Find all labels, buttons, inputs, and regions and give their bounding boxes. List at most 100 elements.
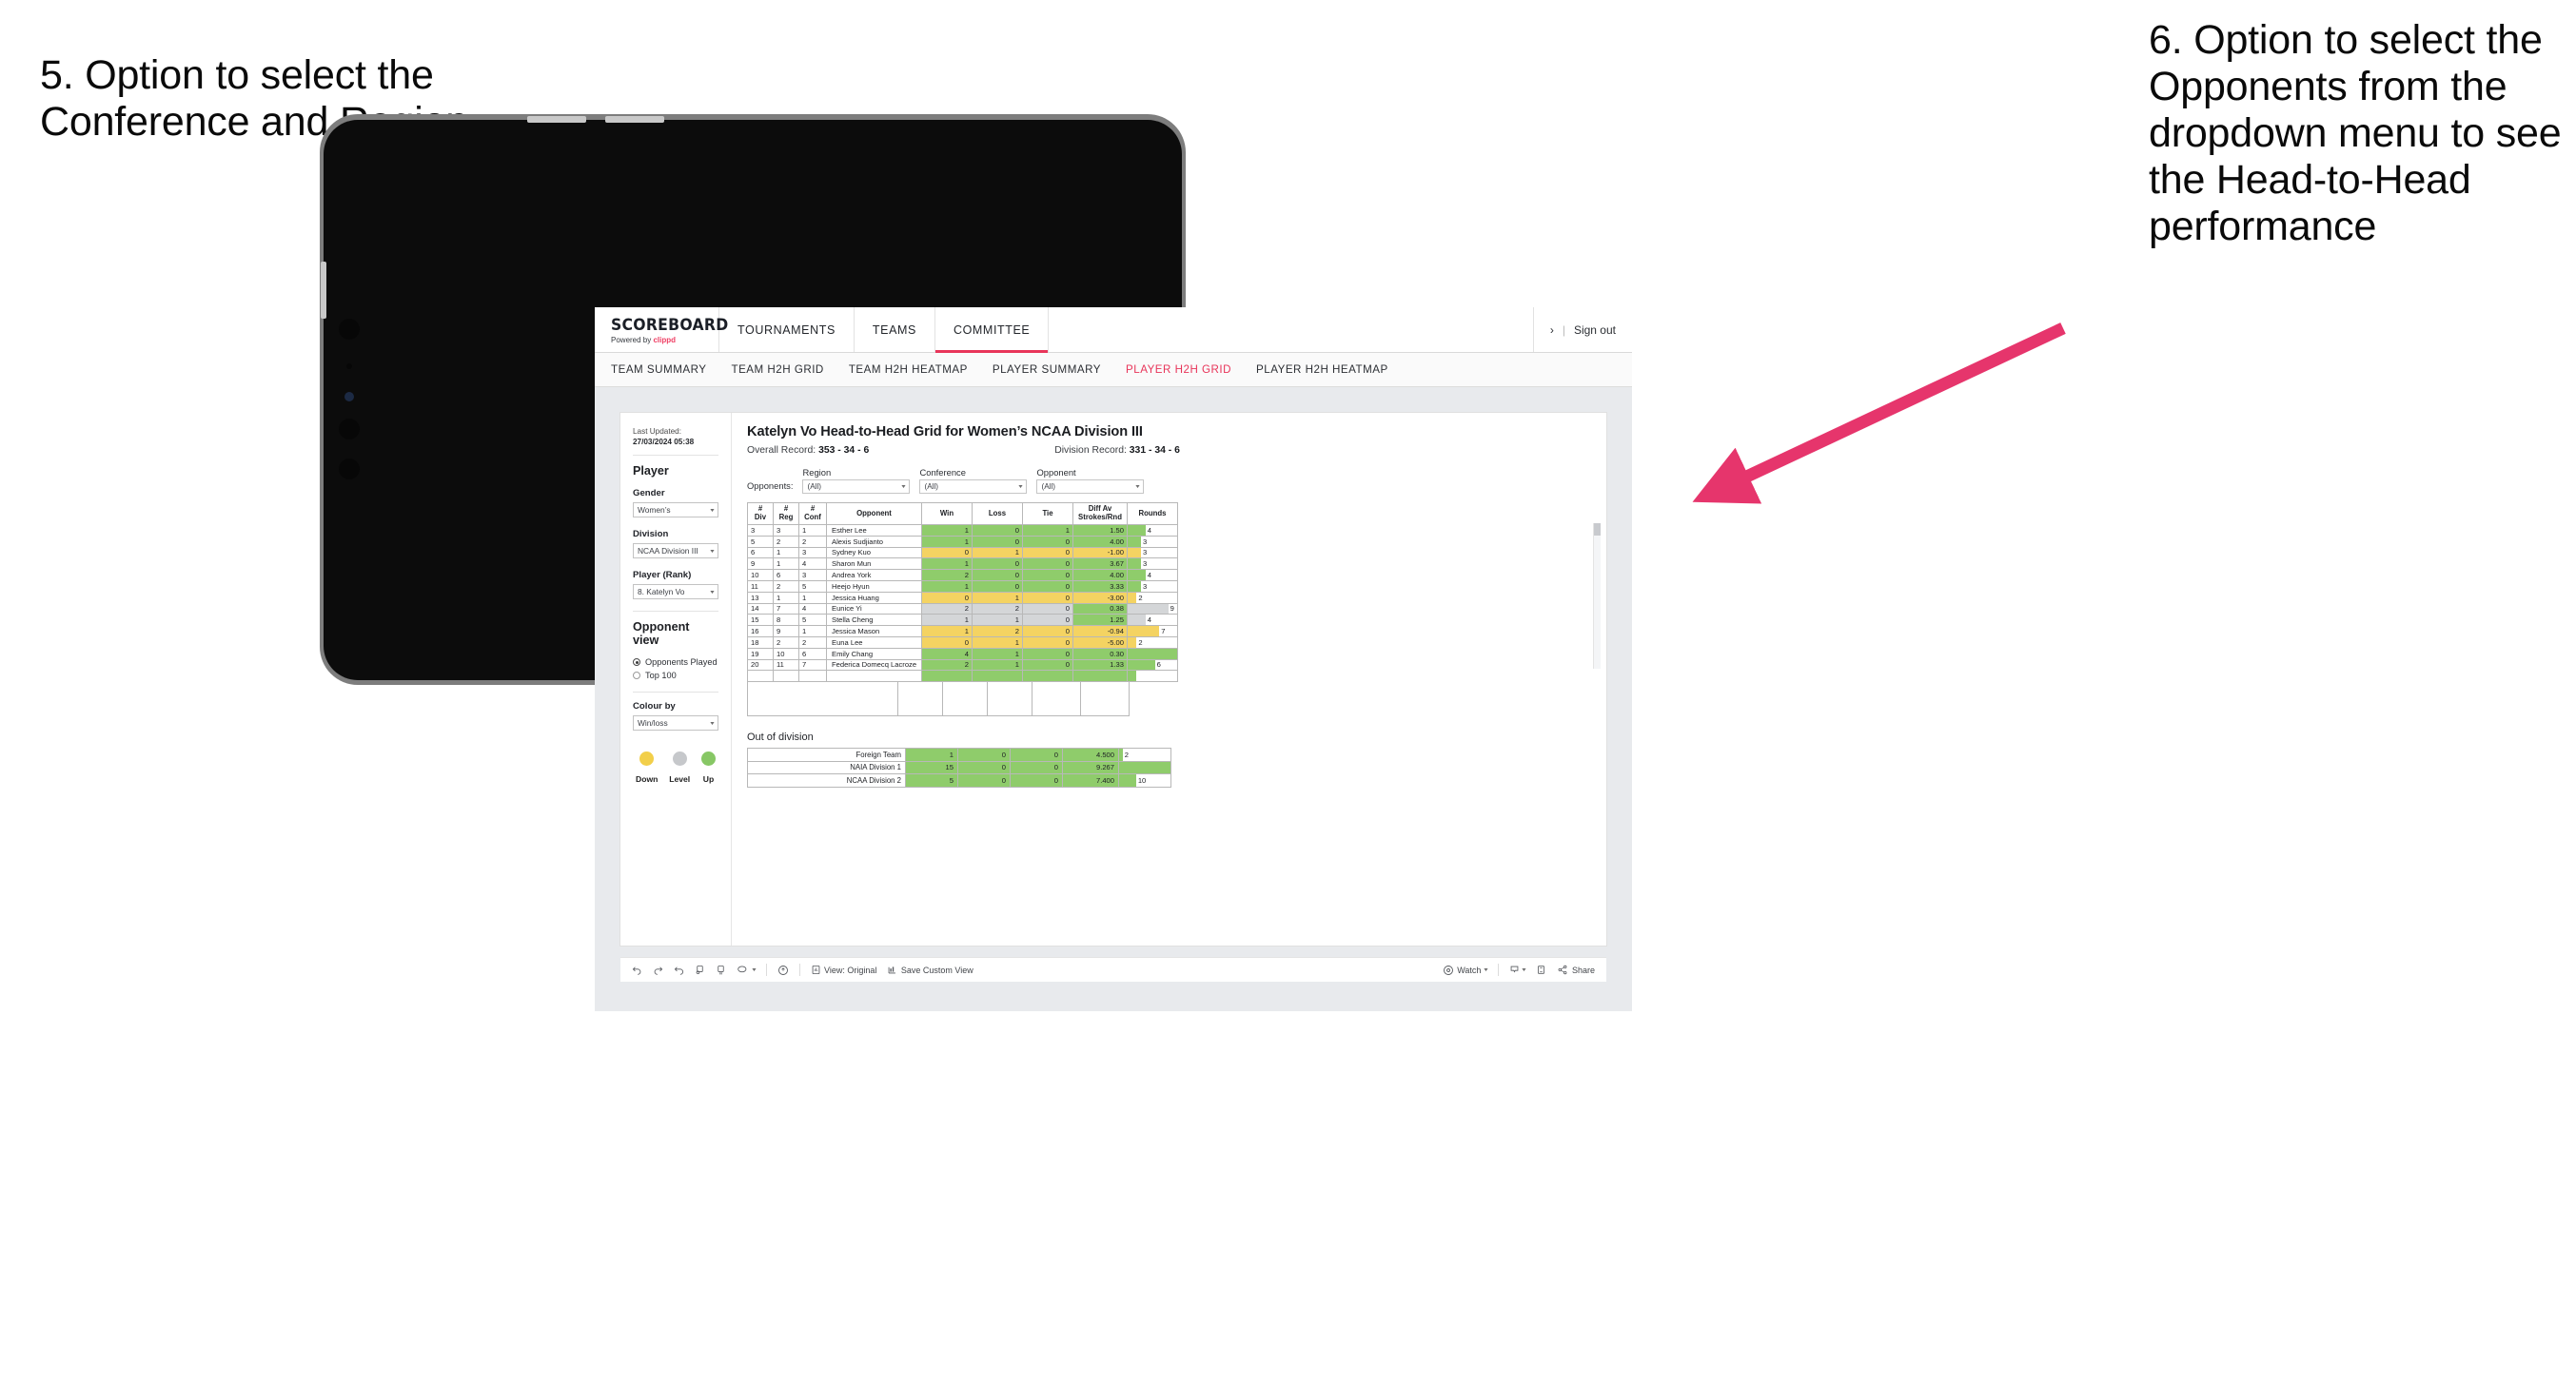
cell-rounds: 4 [1127, 524, 1178, 537]
col-tie: Tie [1022, 502, 1073, 525]
fullscreen-button[interactable] [1536, 965, 1546, 975]
cell-win: 1 [921, 579, 973, 593]
cell-reg: 2 [773, 579, 799, 593]
redo-icon[interactable] [653, 965, 663, 975]
table-row[interactable]: 18 2 2 Euna Lee 0 1 0 -5.00 2 [747, 635, 1178, 649]
opponents-filter-label: Opponents: [747, 480, 794, 491]
download-button[interactable]: ▾ [1509, 965, 1526, 975]
out-of-division-row[interactable]: NCAA Division 2 5 0 0 7.400 10 [747, 773, 1171, 788]
conference-filter-select[interactable]: (All) ▾ [919, 479, 1028, 494]
table-row[interactable]: 3 3 1 Esther Lee 1 0 1 1.50 4 [747, 524, 1178, 537]
ood-win: 15 [905, 760, 958, 775]
nav-item-committee[interactable]: COMMITTEE [934, 307, 1050, 353]
chevron-down-icon: ▾ [710, 720, 715, 727]
subnav-player-h2h-grid[interactable]: PLAYER H2H GRID [1126, 363, 1231, 376]
power-button[interactable] [321, 262, 326, 319]
revert-icon[interactable] [674, 965, 684, 975]
colour-by-select[interactable]: Win/loss ▾ [633, 715, 718, 732]
out-of-division-row[interactable]: NAIA Division 115009.26730 [747, 760, 1171, 775]
save-custom-view-button[interactable]: Save Custom View [887, 965, 973, 975]
subnav-team-summary[interactable]: TEAM SUMMARY [611, 363, 706, 376]
volume-down-button[interactable] [605, 116, 664, 123]
rounds-bar [1128, 537, 1142, 547]
cell-conf: 2 [798, 635, 827, 649]
brand-name: SCOREBOARD [611, 315, 729, 335]
volume-up-button[interactable] [527, 116, 586, 123]
nav-item-tournaments[interactable]: TOURNAMENTS [719, 307, 855, 352]
cell-win: 4 [921, 647, 973, 660]
powered-by-text: Powered by [611, 335, 654, 344]
gender-select[interactable]: Women’s ▾ [633, 502, 718, 518]
overall-record: Overall Record: 353 - 34 - 6 [747, 445, 869, 456]
cell-reg: 10 [773, 647, 799, 660]
ood-diff: 7.400 [1062, 773, 1119, 788]
chevron-right-icon[interactable]: › [1550, 323, 1554, 337]
help-icon[interactable] [777, 965, 789, 976]
scrollbar-thumb[interactable] [1594, 523, 1601, 536]
sign-out-link[interactable]: Sign out [1574, 323, 1616, 337]
legend-level: Level [669, 752, 690, 784]
table-row[interactable]: 13 1 1 Jessica Huang 0 1 0 -3.00 2 [747, 591, 1178, 604]
opponent-filter-select[interactable]: (All) ▾ [1036, 479, 1145, 494]
table-row[interactable]: 11 2 5 Heejo Hyun 1 0 0 3.33 3 [747, 579, 1178, 593]
cell-reg: 2 [773, 535, 799, 548]
pause-updates-icon[interactable] [716, 965, 726, 975]
table-row[interactable]: 20 11 7 Federica Domecq Lacroze 2 1 0 1.33 6 [747, 658, 1178, 672]
legend-dot-level [672, 752, 687, 767]
radio-opponents-played[interactable]: Opponents Played [633, 657, 718, 667]
col-reg: # Reg [773, 502, 799, 525]
cell-reg: 7 [773, 602, 799, 615]
table-row[interactable]: 6 1 3 Sydney Kuo 0 1 0 -1.00 3 [747, 546, 1178, 559]
cell-div: 15 [747, 614, 774, 627]
share-button[interactable]: Share [1557, 965, 1595, 975]
cell-reg: 1 [773, 546, 799, 559]
cell-div: 3 [747, 524, 774, 537]
table-row[interactable]: 9 1 4 Sharon Mun 1 0 0 3.67 3 [747, 557, 1178, 571]
col-div: # Div [747, 502, 774, 525]
division-select[interactable]: NCAA Division III ▾ [633, 543, 718, 559]
table-row[interactable]: 14 7 4 Eunice Yi 2 2 0 0.38 9 [747, 602, 1178, 615]
rounds-value: 2 [1138, 593, 1143, 602]
subnav-player-h2h-heatmap[interactable]: PLAYER H2H HEATMAP [1256, 363, 1388, 376]
radio-top-100-label: Top 100 [645, 671, 677, 681]
highlight-icon[interactable]: ▾ [737, 965, 756, 975]
radio-opponents-played-label: Opponents Played [645, 657, 718, 668]
cell-loss: 0 [972, 569, 1023, 581]
table-row[interactable]: 16 9 1 Jessica Mason 1 2 0 -0.94 7 [747, 625, 1178, 637]
table-row[interactable]: 19106Emily Chang4100.3011 [747, 647, 1178, 660]
table-row[interactable]: 15 8 5 Stella Cheng 1 1 0 1.25 4 [747, 614, 1178, 627]
out-of-division-title: Out of division [747, 732, 814, 744]
out-of-division-row[interactable]: Foreign Team 1 0 0 4.500 2 [747, 748, 1171, 762]
cell-diff: -5.00 [1072, 635, 1128, 649]
nav-item-teams[interactable]: TEAMS [855, 307, 935, 352]
view-original-button[interactable]: View: Original [811, 965, 876, 975]
page-title: Katelyn Vo Head-to-Head Grid for Women’s… [747, 424, 1143, 439]
rounds-value: 4 [1147, 571, 1151, 580]
cell-rounds: 6 [1127, 658, 1178, 672]
refresh-data-icon[interactable] [695, 965, 705, 975]
subnav-player-summary[interactable]: PLAYER SUMMARY [993, 363, 1101, 376]
cell-loss: 0 [972, 557, 1023, 571]
workspace: Last Updated: 27/03/2024 05:38 Player Ge… [595, 387, 1632, 1011]
table-row[interactable]: 5 2 2 Alexis Sudjianto 1 0 0 4.00 3 [747, 535, 1178, 548]
cell-conf: 1 [798, 625, 827, 637]
radio-top-100[interactable]: Top 100 [633, 671, 718, 680]
legend-down: Down [636, 752, 658, 784]
cell-opponent: Esther Lee [826, 524, 922, 537]
undo-icon[interactable] [632, 965, 642, 975]
subnav-team-h2h-grid[interactable]: TEAM H2H GRID [731, 363, 823, 376]
chevron-down-icon: ▾ [1018, 484, 1024, 490]
cell-conf: 1 [798, 524, 827, 537]
table-scrollbar[interactable] [1593, 523, 1601, 669]
cell-conf: 2 [798, 535, 827, 548]
cell-opponent: Federica Domecq Lacroze [826, 658, 922, 672]
cell-diff: 0.30 [1072, 647, 1128, 660]
table-row[interactable]: 10 6 3 Andrea York 2 0 0 4.00 4 [747, 569, 1178, 581]
gender-label: Gender [633, 488, 665, 499]
subnav-team-h2h-heatmap[interactable]: TEAM H2H HEATMAP [849, 363, 968, 376]
brand-logo[interactable]: SCOREBOARD Powered by clippd [595, 307, 729, 352]
player-rank-select[interactable]: 8. Katelyn Vo ▾ [633, 584, 718, 600]
watch-button[interactable]: Watch ▾ [1443, 965, 1488, 976]
ood-loss: 0 [957, 773, 1011, 788]
region-filter-select[interactable]: (All) ▾ [802, 479, 911, 494]
